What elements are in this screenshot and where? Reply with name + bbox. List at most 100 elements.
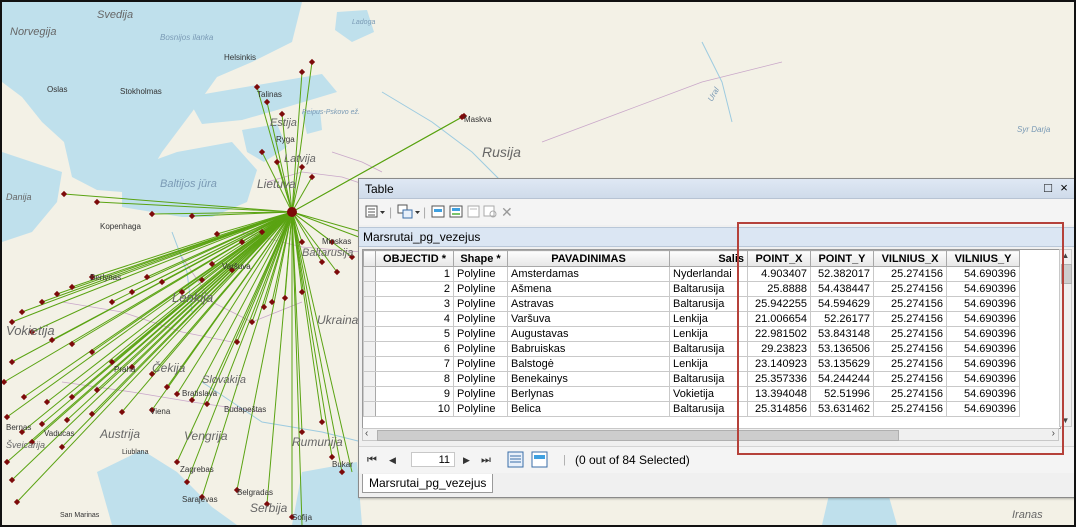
cell-row-selector[interactable] xyxy=(363,296,376,312)
cell-row-selector[interactable] xyxy=(363,356,376,372)
cell-row-selector[interactable] xyxy=(363,371,376,387)
column-header-point-x[interactable]: POINT_X xyxy=(747,250,811,267)
horizontal-scroll-thumb[interactable] xyxy=(377,430,899,441)
attribute-table-window[interactable]: Table □ × | | ✕ Marsrutai_pg_vezejus OBJ… xyxy=(358,178,1074,498)
selection-status: (0 out of 84 Selected) xyxy=(575,453,690,467)
map-label-serbija: Serbija xyxy=(250,501,288,515)
cell-point-y: 53.136506 xyxy=(810,341,874,357)
next-record-icon[interactable]: ▶ xyxy=(463,453,470,467)
toolbar-separator: | xyxy=(389,205,393,219)
scroll-left-arrow-icon[interactable]: ‹ xyxy=(365,428,368,439)
attribute-grid[interactable]: OBJECTID * Shape * PAVADINIMAS Salis POI… xyxy=(362,249,1061,429)
map-label-kopenhaga: Kopenhaga xyxy=(100,222,141,231)
cell-shape: Polyline xyxy=(453,281,508,297)
cell-vilnius-x: 25.274156 xyxy=(873,356,947,372)
delete-selected-icon[interactable]: ✕ xyxy=(501,204,513,220)
dock-window-icon[interactable]: □ xyxy=(1041,180,1055,195)
table-toolbar: | | ✕ xyxy=(359,199,1074,225)
cell-point-x: 29.23823 xyxy=(747,341,811,357)
cell-salis: Lenkija xyxy=(669,356,748,372)
cell-vilnius-x: 25.274156 xyxy=(873,296,947,312)
close-window-icon[interactable]: × xyxy=(1057,180,1071,195)
cell-salis: Baltarusija xyxy=(669,341,748,357)
cell-point-x: 25.8888 xyxy=(747,281,811,297)
attribute-table: OBJECTID * Shape * PAVADINIMAS Salis POI… xyxy=(363,250,1020,417)
column-header-vilnius-x[interactable]: VILNIUS_X xyxy=(873,250,947,267)
scroll-right-arrow-icon[interactable]: › xyxy=(1052,428,1055,439)
column-header-pavadinimas[interactable]: PAVADINIMAS xyxy=(507,250,670,267)
cell-row-selector[interactable] xyxy=(363,401,376,417)
map-label-sarajevas: Sarajevas xyxy=(182,495,218,504)
column-header-vilnius-y[interactable]: VILNIUS_Y xyxy=(946,250,1020,267)
cell-vilnius-x: 25.274156 xyxy=(873,341,947,357)
cell-salis: Baltarusija xyxy=(669,281,748,297)
column-header-objectid[interactable]: OBJECTID * xyxy=(375,250,454,267)
table-row[interactable]: 4 Polyline Varšuva Lenkija 21.006654 52.26177… xyxy=(363,311,1020,327)
table-row[interactable]: 5 Polyline Augustavas Lenkija 22.981502 53.84… xyxy=(363,326,1020,342)
cell-salis: Baltarusija xyxy=(669,296,748,312)
cell-objectid: 10 xyxy=(375,401,454,417)
cell-pavadinimas: Benekainys xyxy=(507,371,670,387)
cell-row-selector[interactable] xyxy=(363,386,376,402)
table-row[interactable]: 9 Polyline Berlynas Vokietija 13.394048 52.51… xyxy=(363,386,1020,402)
related-tables-icon[interactable] xyxy=(397,204,421,220)
select-by-attributes-icon[interactable] xyxy=(431,204,447,220)
clear-selection-icon[interactable] xyxy=(467,204,481,220)
map-label-ukraina: Ukraina xyxy=(317,313,359,327)
screenshot-frame: Norvegija Svedija Bosnijos ilanka Helsin… xyxy=(0,0,1076,527)
map-label-iranas: Iranas xyxy=(1012,509,1043,521)
table-row[interactable]: 8 Polyline Benekainys Baltarusija 25.357336 5… xyxy=(363,371,1020,387)
cell-point-y: 52.26177 xyxy=(810,311,874,327)
show-selected-records-icon[interactable] xyxy=(531,451,549,473)
table-row[interactable]: 10 Polyline Belica Baltarusija 25.314856 53.6… xyxy=(363,401,1020,417)
cell-row-selector[interactable] xyxy=(363,326,376,342)
cell-shape: Polyline xyxy=(453,386,508,402)
cell-vilnius-y: 54.690396 xyxy=(946,311,1020,327)
cell-point-y: 53.843148 xyxy=(810,326,874,342)
cell-vilnius-y: 54.690396 xyxy=(946,356,1020,372)
cell-point-y: 53.135629 xyxy=(810,356,874,372)
map-label-belgradas: Belgradas xyxy=(237,488,273,497)
cell-shape: Polyline xyxy=(453,341,508,357)
last-record-icon[interactable]: ⏭ xyxy=(481,453,491,467)
table-row[interactable]: 1 Polyline Amsterdamas Nyderlandai 4.903407 5… xyxy=(363,266,1020,282)
horizontal-scrollbar[interactable]: ‹ › xyxy=(362,428,1059,441)
scroll-up-arrow-icon[interactable]: ▲ xyxy=(1060,251,1071,260)
cell-salis: Lenkija xyxy=(669,311,748,327)
table-row[interactable]: 2 Polyline Ašmena Baltarusija 25.8888 54.4384… xyxy=(363,281,1020,297)
cell-row-selector[interactable] xyxy=(363,281,376,297)
switch-selection-icon[interactable] xyxy=(449,204,465,220)
cell-row-selector[interactable] xyxy=(363,341,376,357)
cell-pavadinimas: Balstogė xyxy=(507,356,670,372)
cell-pavadinimas: Amsterdamas xyxy=(507,266,670,282)
show-all-records-icon[interactable] xyxy=(507,451,525,473)
table-row[interactable]: 3 Polyline Astravas Baltarusija 25.942255 54.… xyxy=(363,296,1020,312)
map-label-vengrija: Vengrija xyxy=(184,429,228,443)
cell-shape: Polyline xyxy=(453,311,508,327)
previous-record-icon[interactable]: ◀ xyxy=(389,453,396,467)
bottom-layer-tab[interactable]: Marsrutai_pg_vezejus xyxy=(362,474,494,493)
current-record-field[interactable]: 11 xyxy=(411,452,455,467)
layer-tab-name[interactable]: Marsrutai_pg_vezejus xyxy=(363,230,480,244)
cell-pavadinimas: Ašmena xyxy=(507,281,670,297)
column-header-point-y[interactable]: POINT_Y xyxy=(810,250,874,267)
column-header-salis[interactable]: Salis xyxy=(669,250,748,267)
map-label-sofija: Sofija xyxy=(292,513,313,522)
map-label-minskas: Minskas xyxy=(322,237,351,246)
column-header-shape[interactable]: Shape * xyxy=(453,250,508,267)
row-selector-header[interactable] xyxy=(363,250,376,267)
map-label-norvegija: Norvegija xyxy=(10,26,56,38)
vertical-scrollbar[interactable]: ▲ ▼ xyxy=(1059,249,1072,427)
map-label-rumunija: Rumunija xyxy=(292,435,343,449)
table-row[interactable]: 7 Polyline Balstogė Lenkija 23.140923 53.1356… xyxy=(363,356,1020,372)
cell-row-selector[interactable] xyxy=(363,266,376,282)
zoom-to-selected-icon[interactable] xyxy=(483,204,499,220)
table-titlebar[interactable]: Table □ × xyxy=(359,179,1074,199)
vertical-scroll-thumb[interactable] xyxy=(1061,264,1072,284)
first-record-icon[interactable]: ⏮ xyxy=(367,453,377,467)
cell-row-selector[interactable] xyxy=(363,311,376,327)
scroll-down-arrow-icon[interactable]: ▼ xyxy=(1060,416,1071,425)
map-label-rusija: Rusija xyxy=(482,144,521,160)
table-row[interactable]: 6 Polyline Babruiskas Baltarusija 29.23823 53… xyxy=(363,341,1020,357)
table-options-icon[interactable] xyxy=(365,204,387,220)
